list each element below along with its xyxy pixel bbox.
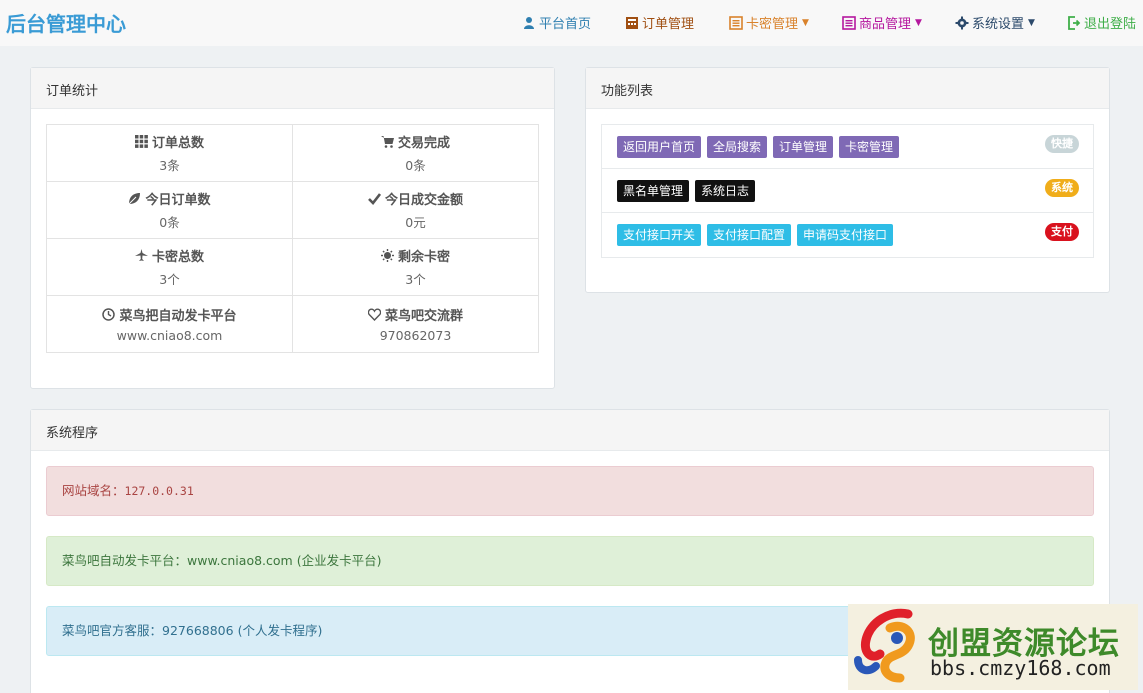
domain-alert: 网站域名：127.0.0.31 <box>46 466 1094 516</box>
watermark: 创盟资源论坛 bbs.cmzy168.com <box>848 604 1138 690</box>
service-note: (个人发卡程序) <box>237 623 323 638</box>
service-qq: 927668806 <box>162 623 234 638</box>
order-stats-panel: 订单统计 订单总数 3条 交易完成 0条 今日订单数 0条 今日成交金额 0元 <box>30 67 555 389</box>
platform-url[interactable]: www.cniao8.com <box>187 553 293 568</box>
clock-icon <box>102 308 116 321</box>
nav-logout[interactable]: 退出登陆 <box>1067 13 1136 32</box>
stat-label: 剩余卡密 <box>397 250 450 265</box>
stat-cell: 今日订单数 0条 <box>46 181 293 239</box>
grid-icon <box>134 135 148 148</box>
nav-home-label: 平台首页 <box>539 17 592 32</box>
stat-value: 3条 <box>159 158 180 173</box>
function-list-title: 功能列表 <box>586 68 1109 109</box>
stat-value: 970862073 <box>379 328 452 343</box>
stat-label: 今日成交金额 <box>384 193 463 208</box>
gear-icon <box>955 16 969 29</box>
calculator-icon <box>626 16 638 29</box>
nav-logout-label: 退出登陆 <box>1084 17 1137 32</box>
stat-label: 订单总数 <box>151 136 204 151</box>
platform-alert: 菜鸟吧自动发卡平台：www.cniao8.com (企业发卡平台) <box>46 536 1094 586</box>
nav-orders-label: 订单管理 <box>642 17 695 32</box>
function-row-payment: 支付接口开关 支付接口配置 申请码支付接口 支付 <box>602 213 1093 257</box>
book-icon <box>842 15 856 30</box>
stat-value: 0元 <box>405 215 426 230</box>
chevron-down-icon: ▼ <box>1028 17 1035 28</box>
stat-label: 菜鸟把自动发卡平台 <box>119 309 237 324</box>
logout-icon <box>1068 15 1081 30</box>
stat-label: 卡密总数 <box>151 250 204 265</box>
check-icon <box>368 193 381 205</box>
watermark-logo-icon <box>854 608 915 683</box>
stat-cell: 菜鸟吧交流群 970862073 <box>292 295 539 353</box>
function-row-shortcuts: 返回用户首页 全局搜索 订单管理 卡密管理 快捷 <box>602 125 1093 169</box>
nav-home[interactable]: 平台首页 <box>522 13 591 32</box>
link-apply-payment[interactable]: 申请码支付接口 <box>797 224 894 246</box>
stat-cell: 交易完成 0条 <box>292 124 539 182</box>
platform-note: (企业发卡平台) <box>296 553 382 568</box>
stat-value: 3个 <box>405 272 426 287</box>
brand-title[interactable]: 后台管理中心 <box>6 8 126 37</box>
badge-payment: 支付 <box>1045 223 1079 241</box>
stat-label: 今日订单数 <box>145 193 211 208</box>
link-payment-switch[interactable]: 支付接口开关 <box>617 224 702 246</box>
link-user-home[interactable]: 返回用户首页 <box>617 136 702 158</box>
nav-cards[interactable]: 卡密管理 ▼ <box>729 13 809 32</box>
function-list-panel: 功能列表 返回用户首页 全局搜索 订单管理 卡密管理 快捷 黑名单管理 系统日志… <box>585 67 1110 293</box>
stat-value: www.cniao8.com <box>116 328 223 343</box>
link-order-management[interactable]: 订单管理 <box>773 136 834 158</box>
stat-cell: 卡密总数 3个 <box>46 238 293 296</box>
nav-cards-label: 卡密管理 <box>746 17 799 32</box>
nav-settings[interactable]: 系统设置 ▼ <box>955 13 1035 32</box>
link-card-management[interactable]: 卡密管理 <box>839 136 900 158</box>
stat-label: 菜鸟吧交流群 <box>384 309 463 324</box>
service-label: 菜鸟吧官方客服： <box>62 623 163 638</box>
link-payment-config[interactable]: 支付接口配置 <box>707 224 792 246</box>
nav-products-label: 商品管理 <box>859 17 912 32</box>
user-icon <box>524 16 534 29</box>
plane-icon <box>134 249 148 261</box>
stat-value: 0条 <box>405 158 426 173</box>
sun-icon <box>380 249 394 262</box>
stat-label: 交易完成 <box>397 136 450 151</box>
stat-cell: 今日成交金额 0元 <box>292 181 539 239</box>
badge-system: 系统 <box>1045 179 1079 197</box>
nav-products[interactable]: 商品管理 ▼ <box>842 13 922 32</box>
top-navbar: 后台管理中心 平台首页 订单管理 卡密管理 ▼ 商品管理 ▼ 系统设置 ▼ 退出… <box>0 0 1143 46</box>
function-row-system: 黑名单管理 系统日志 系统 <box>602 169 1093 213</box>
function-list: 返回用户首页 全局搜索 订单管理 卡密管理 快捷 黑名单管理 系统日志 系统 支… <box>601 124 1094 258</box>
nav-settings-label: 系统设置 <box>972 17 1025 32</box>
list-icon <box>729 15 743 30</box>
stat-value: 3个 <box>159 272 180 287</box>
heart-icon <box>367 308 381 321</box>
nav-orders[interactable]: 订单管理 <box>625 13 694 32</box>
domain-label: 网站域名： <box>62 483 125 498</box>
watermark-url: bbs.cmzy168.com <box>930 656 1111 680</box>
platform-label: 菜鸟吧自动发卡平台： <box>62 553 188 568</box>
stat-cell: 剩余卡密 3个 <box>292 238 539 296</box>
badge-shortcut: 快捷 <box>1045 135 1079 153</box>
chevron-down-icon: ▼ <box>802 17 809 28</box>
cart-icon <box>380 136 394 148</box>
domain-value: 127.0.0.31 <box>124 484 194 498</box>
link-global-search[interactable]: 全局搜索 <box>707 136 768 158</box>
system-title: 系统程序 <box>31 410 1109 451</box>
link-blacklist[interactable]: 黑名单管理 <box>617 180 690 202</box>
leaf-icon <box>129 193 141 205</box>
link-system-log[interactable]: 系统日志 <box>695 180 756 202</box>
order-stats-title: 订单统计 <box>31 68 554 109</box>
order-stats-table: 订单总数 3条 交易完成 0条 今日订单数 0条 今日成交金额 0元 卡密总数 … <box>46 124 539 353</box>
stat-cell: 菜鸟把自动发卡平台 www.cniao8.com <box>46 295 293 353</box>
chevron-down-icon: ▼ <box>915 17 922 28</box>
stat-cell: 订单总数 3条 <box>46 124 293 182</box>
stat-value: 0条 <box>159 215 180 230</box>
